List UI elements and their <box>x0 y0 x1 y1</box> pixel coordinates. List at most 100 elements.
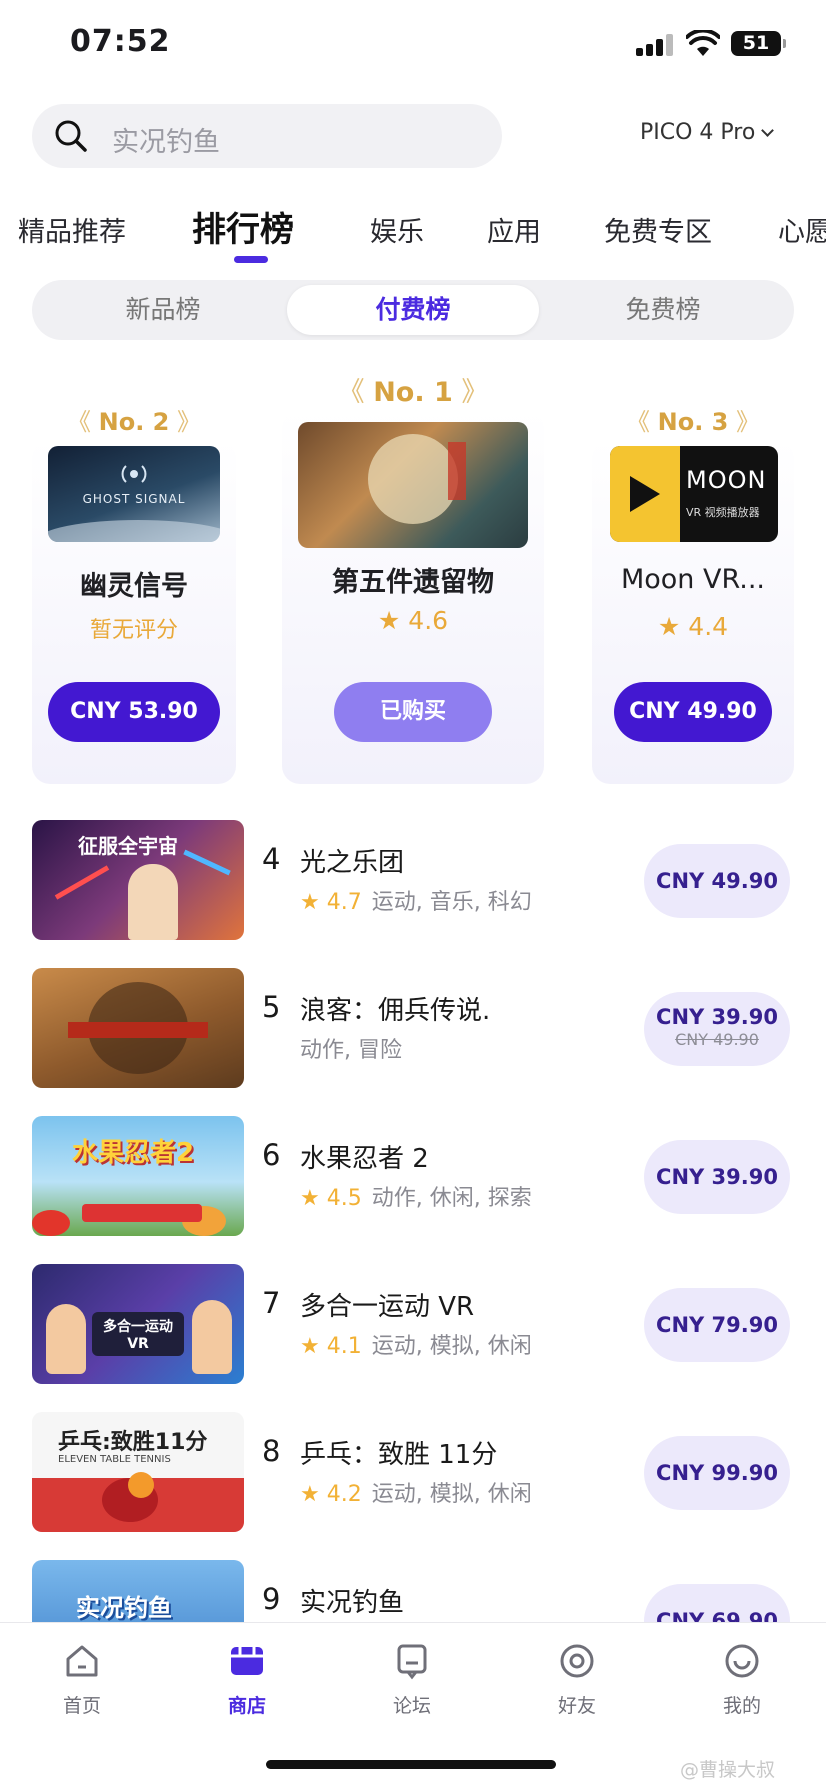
game-meta: ★ 4.1 运动, 模拟, 休闲 <box>300 1334 532 1359</box>
list-item[interactable]: 5 浪客：佣兵传说. 动作, 冒险 CNY 39.90 CNY 49.90 <box>32 968 794 1090</box>
podium-card-1[interactable]: 第五件遗留物 ★ 4.6 已购买 <box>282 410 544 784</box>
list-item[interactable]: 实况钓鱼 9 实况钓鱼 CNY 69.90 <box>32 1560 794 1622</box>
buy-button[interactable]: CNY 53.90 <box>48 682 220 742</box>
forum-icon <box>397 1644 427 1680</box>
thumbnail-title: 多合一运动 VR <box>92 1312 184 1356</box>
thumbnail-title: 实况钓鱼 <box>76 1594 172 1622</box>
game-title: 多合一运动 VR <box>300 1292 475 1322</box>
nav-home[interactable]: 首页 <box>37 1641 127 1718</box>
star-icon: ★ <box>657 612 681 641</box>
list-item[interactable]: 多合一运动 VR 7 多合一运动 VR ★ 4.1 运动, 模拟, 休闲 CNY … <box>32 1264 794 1386</box>
thumbnail-title: 乒乓:致胜11分 <box>58 1430 208 1455</box>
game-title: 第五件遗留物 <box>332 567 494 598</box>
game-rating: ★ 4.4 <box>657 612 729 641</box>
profile-icon <box>725 1644 759 1678</box>
game-thumbnail <box>298 422 528 548</box>
wifi-icon <box>686 30 720 56</box>
game-title: 光之乐团 <box>300 848 405 878</box>
thumbnail-subtitle: VR 视频播放器 <box>686 506 760 519</box>
game-title: 浪客：佣兵传说. <box>300 996 491 1026</box>
rank-number: 9 <box>262 1582 281 1616</box>
search-placeholder: 实况钓鱼 <box>112 127 220 158</box>
tab-wishlist[interactable]: 心愿 <box>778 210 826 249</box>
status-time: 07:52 <box>70 24 171 59</box>
rank-number: 4 <box>262 842 281 876</box>
thumbnail-title: 水果忍者2 <box>72 1138 195 1168</box>
game-meta: ★ 4.2 运动, 模拟, 休闲 <box>300 1482 532 1507</box>
nav-store[interactable]: 商店 <box>202 1641 292 1718</box>
game-title: 实况钓鱼 <box>300 1588 405 1618</box>
podium-card-2[interactable]: GHOST SIGNAL 幽灵信号 暂无评分 CNY 53.90 <box>32 440 236 784</box>
segment-free[interactable]: 免费榜 <box>537 285 789 335</box>
nav-profile[interactable]: 我的 <box>697 1641 787 1718</box>
category-tabs: 精品推荐 排行榜 娱乐 应用 免费专区 心愿 <box>0 200 826 270</box>
original-price: CNY 49.90 <box>675 1030 759 1049</box>
game-rating: 暂无评分 <box>89 618 178 643</box>
rank-badge-2: 《 No. 2 》 <box>66 408 202 436</box>
star-icon: ★ <box>300 1186 320 1211</box>
price-button[interactable]: CNY 79.90 <box>644 1288 790 1362</box>
game-title: 幽灵信号 <box>80 571 188 602</box>
price-button[interactable]: CNY 39.90 <box>644 1140 790 1214</box>
thumbnail-title: 征服全宇宙 <box>78 834 178 858</box>
store-icon <box>231 1647 263 1675</box>
cellular-signal-icon <box>636 34 674 56</box>
rank-number: 8 <box>262 1434 281 1468</box>
rank-badge-1: 《 No. 1 》 <box>337 377 489 408</box>
watermark: @曹操大叔 <box>680 1759 776 1781</box>
list-item[interactable]: 乒乓:致胜11分 ELEVEN TABLE TENNIS 8 乒乓：致胜 11分… <box>32 1412 794 1534</box>
friends-icon <box>560 1644 594 1678</box>
active-tab-indicator <box>234 256 268 263</box>
home-icon <box>66 1645 98 1677</box>
price-button[interactable]: CNY 69.90 <box>644 1584 790 1622</box>
ranking-segment-control: 新品榜 付费榜 免费榜 <box>32 280 794 340</box>
thumbnail-title: MOON <box>686 466 767 494</box>
game-meta: ★ 4.7 运动, 音乐, 科幻 <box>300 890 532 915</box>
status-bar: 07:52 51 <box>0 0 826 90</box>
purchased-button[interactable]: 已购买 <box>334 682 492 742</box>
game-title: 水果忍者 2 <box>300 1144 429 1174</box>
price-button[interactable]: CNY 49.90 <box>644 844 790 918</box>
game-thumbnail: 多合一运动 VR <box>32 1264 244 1384</box>
home-indicator <box>266 1760 556 1769</box>
game-rating: ★ 4.6 <box>377 606 449 635</box>
tab-featured[interactable]: 精品推荐 <box>18 210 126 249</box>
play-icon <box>630 476 660 512</box>
battery-icon: 51 <box>731 31 786 56</box>
list-item[interactable]: 征服全宇宙 4 光之乐团 ★ 4.7 运动, 音乐, 科幻 CNY 49.90 <box>32 820 794 942</box>
game-thumbnail: GHOST SIGNAL <box>48 446 220 542</box>
game-thumbnail: 实况钓鱼 <box>32 1560 244 1622</box>
star-icon: ★ <box>300 1334 320 1359</box>
price-button[interactable]: CNY 39.90 CNY 49.90 <box>644 992 790 1066</box>
star-icon: ★ <box>300 890 320 915</box>
segment-paid[interactable]: 付费榜 <box>287 285 539 335</box>
list-item[interactable]: 水果忍者2 6 水果忍者 2 ★ 4.5 动作, 休闲, 探索 CNY 39.90 <box>32 1116 794 1238</box>
rank-number: 6 <box>262 1138 281 1172</box>
segment-new[interactable]: 新品榜 <box>37 285 289 335</box>
game-title: 乒乓：致胜 11分 <box>300 1440 498 1470</box>
tab-rankings[interactable]: 排行榜 <box>192 202 294 251</box>
game-thumbnail: MOON VR 视频播放器 <box>610 446 778 542</box>
chevron-down-icon <box>761 124 775 137</box>
game-thumbnail: 乒乓:致胜11分 ELEVEN TABLE TENNIS <box>32 1412 244 1532</box>
price-button[interactable]: CNY 99.90 <box>644 1436 790 1510</box>
star-icon: ★ <box>300 1482 320 1507</box>
tab-entertainment[interactable]: 娱乐 <box>370 210 424 249</box>
rank-number: 5 <box>262 990 281 1024</box>
podium-card-3[interactable]: MOON VR 视频播放器 Moon VR... ★ 4.4 CNY 49.90 <box>592 440 794 784</box>
device-selector[interactable]: PICO 4 Pro <box>640 120 775 145</box>
thumbnail-subtitle: ELEVEN TABLE TENNIS <box>58 1454 171 1465</box>
device-label: PICO 4 Pro <box>640 120 756 145</box>
thumbnail-title: GHOST SIGNAL <box>82 492 186 506</box>
nav-forum[interactable]: 论坛 <box>367 1641 457 1718</box>
tab-free-zone[interactable]: 免费专区 <box>604 210 712 249</box>
buy-button[interactable]: CNY 49.90 <box>614 682 772 742</box>
game-thumbnail <box>32 968 244 1088</box>
nav-friends[interactable]: 好友 <box>532 1641 622 1718</box>
star-icon: ★ <box>377 606 401 635</box>
tab-apps[interactable]: 应用 <box>487 210 541 249</box>
discount-price: CNY 39.90 <box>656 1005 778 1029</box>
search-bar[interactable]: 实况钓鱼 <box>32 104 502 168</box>
rank-number: 7 <box>262 1286 281 1320</box>
signal-icon <box>121 465 147 483</box>
